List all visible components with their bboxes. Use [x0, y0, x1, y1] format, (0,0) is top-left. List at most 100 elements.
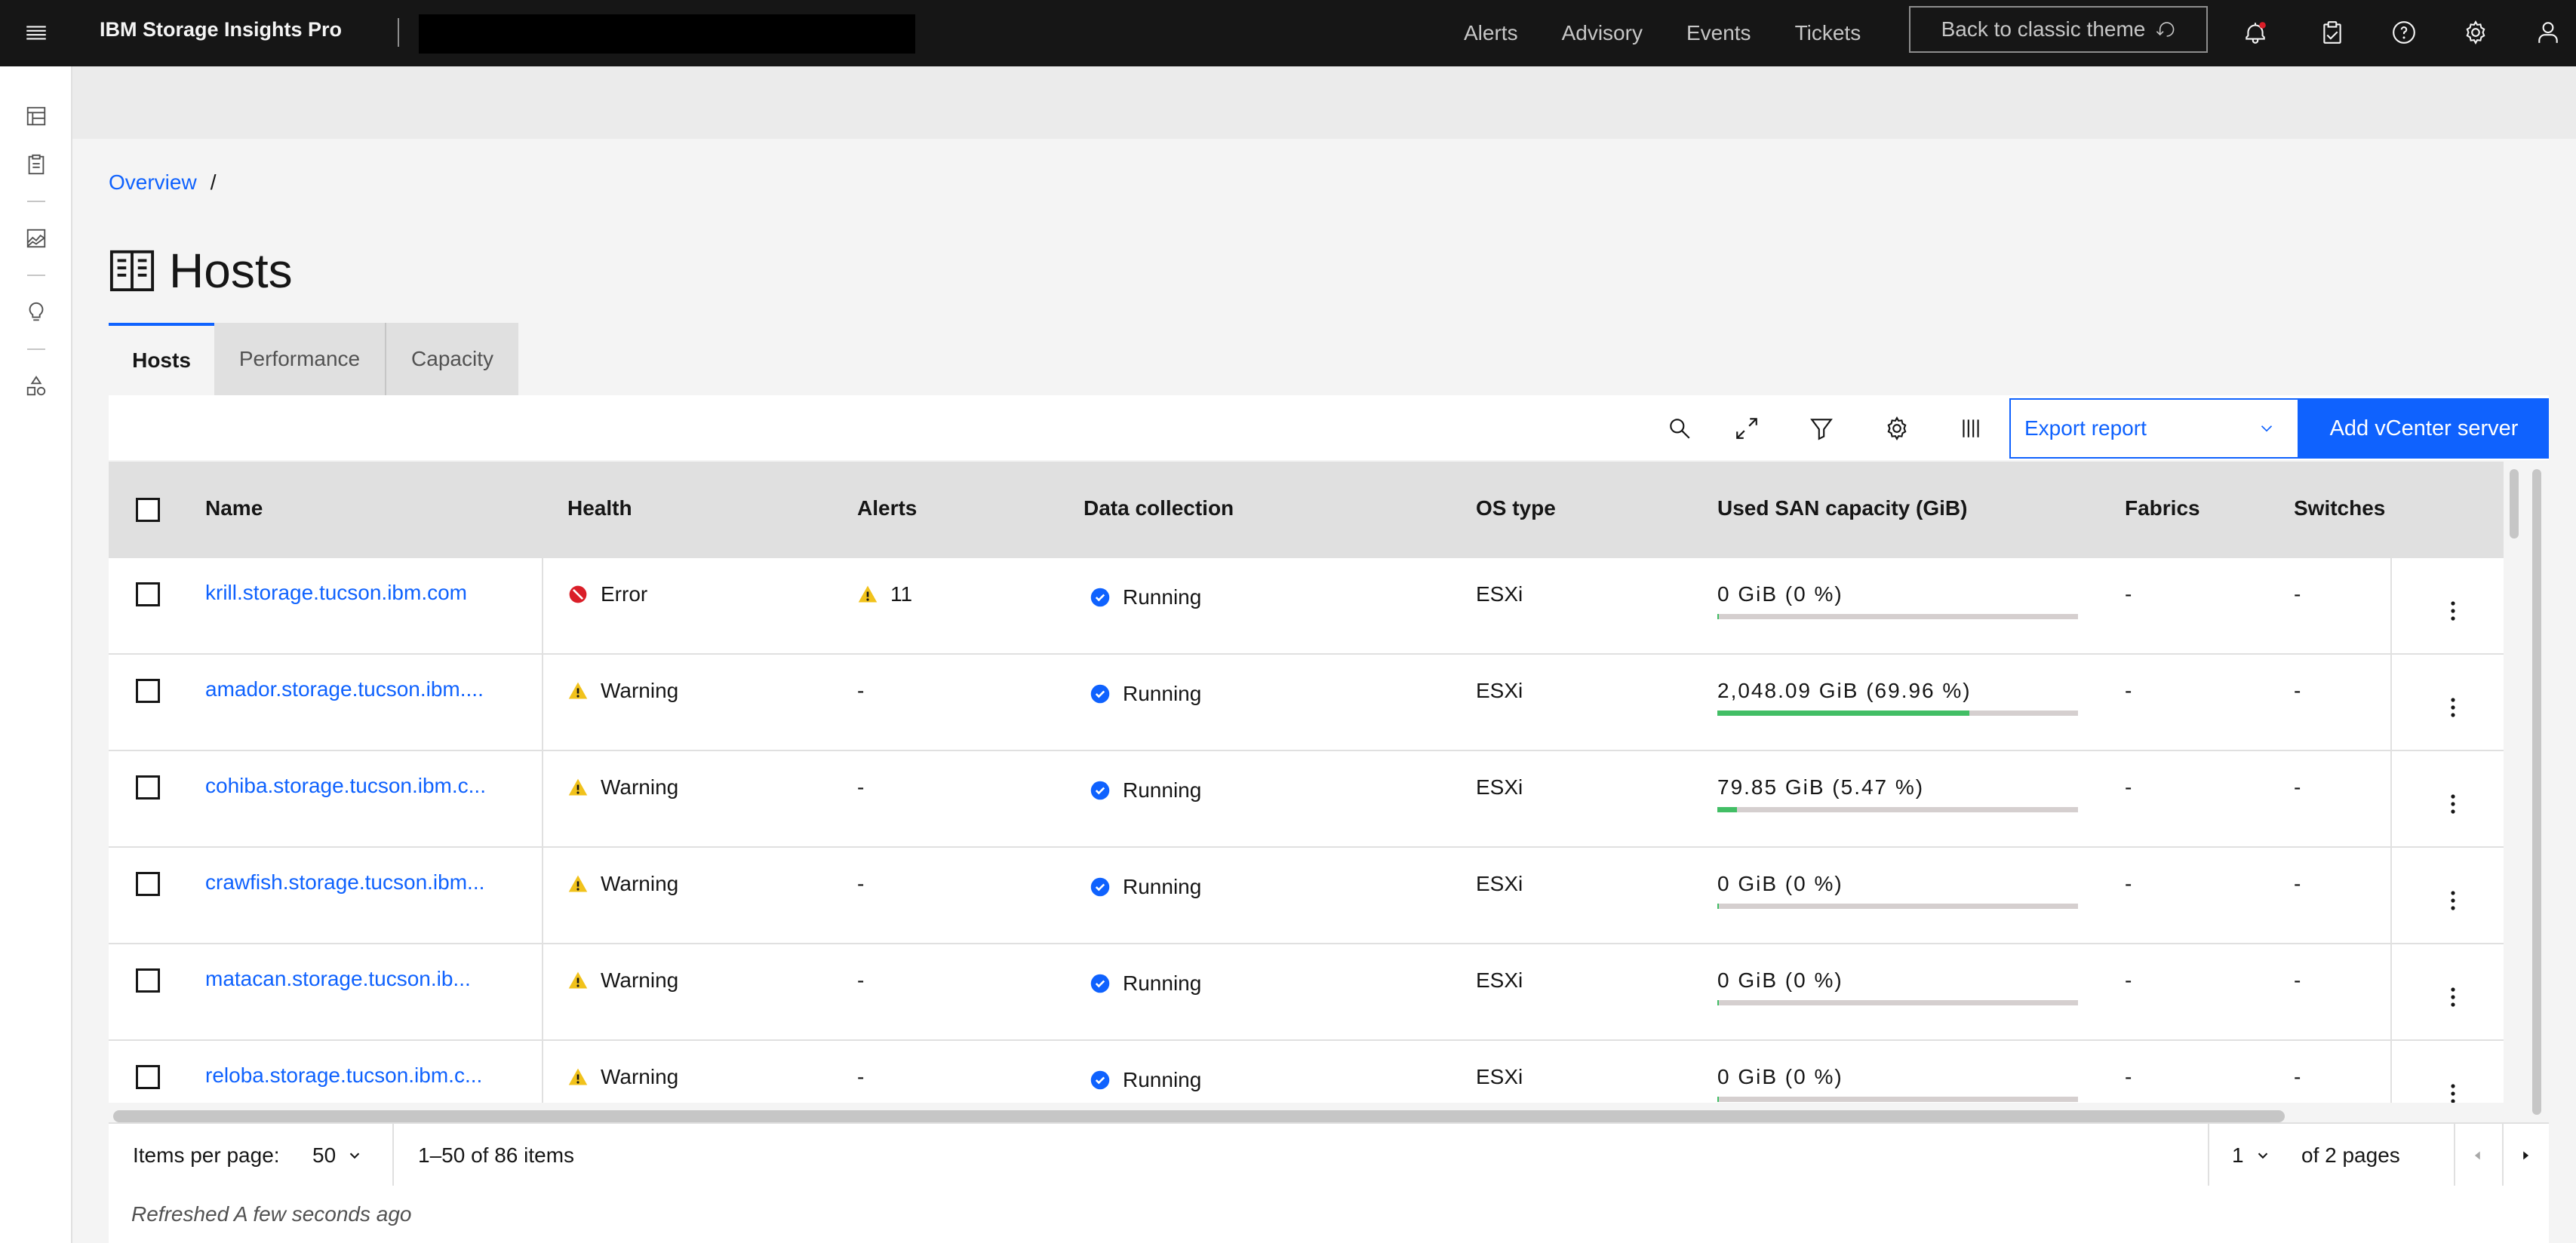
overflow-menu-icon[interactable] [2442, 789, 2464, 819]
items-per-page-label: Items per page: [133, 1143, 280, 1167]
nav-tickets[interactable]: Tickets [1795, 21, 1861, 45]
table-row[interactable]: amador.storage.tucson.ibm.... Warning - Run… [109, 655, 2504, 751]
alerts-cell: - [857, 1065, 864, 1089]
top-band [72, 66, 2576, 139]
running-check-icon [1090, 588, 1110, 607]
product-name[interactable]: IBM Storage Insights Pro [100, 18, 342, 41]
overflow-menu-icon[interactable] [2442, 1079, 2464, 1103]
column-header-used-san-capacity[interactable]: Used SAN capacity (GiB) [1717, 486, 1967, 531]
shapes-icon[interactable] [23, 373, 50, 400]
report-icon[interactable] [23, 151, 50, 178]
row-checkbox[interactable] [136, 775, 160, 800]
nav-events[interactable]: Events [1686, 21, 1751, 45]
table-horizontal-scrollbar[interactable] [113, 1110, 2285, 1122]
data-collection-cell: Running [1090, 1068, 1201, 1092]
back-to-classic-button[interactable]: Back to classic theme [1909, 6, 2208, 53]
overflow-menu-icon[interactable] [2442, 885, 2464, 916]
table-row[interactable]: crawfish.storage.tucson.ibm... Warning - Ru… [109, 848, 2504, 944]
host-name-link[interactable]: amador.storage.tucson.ibm.... [205, 677, 484, 701]
column-divider [2390, 655, 2392, 751]
row-checkbox[interactable] [136, 582, 160, 606]
overflow-menu-icon[interactable] [2442, 692, 2464, 723]
host-name-link[interactable]: matacan.storage.tucson.ib... [205, 967, 471, 991]
select-all-checkbox[interactable] [136, 498, 160, 522]
error-icon [569, 585, 587, 603]
breadcrumb: Overview / [109, 170, 216, 195]
chart-area-icon[interactable] [23, 225, 50, 252]
data-collection-status: Running [1123, 778, 1202, 802]
running-check-icon [1090, 1070, 1110, 1090]
clipboard-icon[interactable] [2315, 15, 2350, 50]
table-row[interactable]: matacan.storage.tucson.ib... Warning - Runn… [109, 944, 2504, 1041]
host-name-link[interactable]: reloba.storage.tucson.ibm.c... [205, 1063, 482, 1088]
next-page-icon[interactable] [2502, 1124, 2549, 1187]
column-header-data-collection[interactable]: Data collection [1084, 486, 1234, 531]
health-cell: Warning [567, 1065, 678, 1089]
row-checkbox[interactable] [136, 679, 160, 703]
table-row[interactable]: krill.storage.tucson.ibm.com Error 11 Runni… [109, 558, 2504, 655]
health-cell: Warning [567, 968, 678, 993]
nav-alerts[interactable]: Alerts [1464, 21, 1518, 45]
column-divider [542, 848, 543, 944]
column-header-alerts[interactable]: Alerts [857, 486, 917, 531]
expand-icon[interactable] [1732, 413, 1762, 443]
table-row[interactable]: cohiba.storage.tucson.ibm.c... Warning - Ru… [109, 751, 2504, 848]
overflow-menu-icon[interactable] [2442, 596, 2464, 626]
fabrics-value: - [2125, 582, 2132, 606]
switches-value: - [2294, 582, 2301, 606]
column-divider [2390, 1041, 2392, 1103]
overflow-menu-icon[interactable] [2442, 982, 2464, 1012]
table-settings-icon[interactable] [1882, 413, 1912, 443]
column-header-fabrics[interactable]: Fabrics [2125, 486, 2200, 531]
breadcrumb-overview-link[interactable]: Overview [109, 170, 197, 195]
health-cell: Warning [567, 679, 678, 703]
column-header-os-type[interactable]: OS type [1476, 486, 1556, 531]
tab-performance[interactable]: Performance [214, 323, 386, 395]
columns-icon[interactable] [1956, 413, 1986, 443]
tab-capacity[interactable]: Capacity [386, 323, 518, 395]
notification-icon[interactable] [2238, 15, 2273, 50]
host-name-link[interactable]: krill.storage.tucson.ibm.com [205, 581, 467, 605]
page-vertical-scrollbar[interactable] [2532, 469, 2541, 1115]
table-vertical-scrollbar[interactable] [2510, 469, 2519, 539]
row-checkbox[interactable] [136, 968, 160, 993]
items-per-page-value: 50 [312, 1143, 337, 1167]
switches-value: - [2294, 1065, 2301, 1088]
previous-page-icon[interactable] [2454, 1124, 2502, 1187]
chevron-down-icon [2261, 425, 2273, 432]
os-type: ESXi [1476, 582, 1523, 606]
page-select[interactable]: 1 [2232, 1124, 2271, 1187]
items-per-page-select[interactable]: 50 [312, 1124, 363, 1187]
alerts-count: - [857, 968, 865, 992]
host-name-link[interactable]: crawfish.storage.tucson.ibm... [205, 870, 484, 895]
table-row[interactable]: reloba.storage.tucson.ibm.c... Warning - Ru… [109, 1041, 2504, 1103]
chevron-down-icon [2258, 1152, 2267, 1159]
row-checkbox[interactable] [136, 1065, 160, 1089]
dashboard-icon[interactable] [23, 103, 50, 130]
tab-hosts[interactable]: Hosts [109, 323, 214, 395]
nav-advisory[interactable]: Advisory [1562, 21, 1643, 45]
data-collection-status: Running [1123, 875, 1202, 898]
user-icon[interactable] [2531, 15, 2565, 50]
used-san-capacity: 79.85 GiB (5.47 %) [1717, 775, 1925, 799]
column-header-name[interactable]: Name [205, 486, 263, 531]
health-cell: Error [567, 582, 647, 606]
host-name-link[interactable]: cohiba.storage.tucson.ibm.c... [205, 774, 486, 798]
switches-value: - [2294, 679, 2301, 702]
column-header-switches[interactable]: Switches [2294, 486, 2385, 531]
rail-separator [27, 275, 45, 276]
add-vcenter-button[interactable]: Add vCenter server [2299, 398, 2549, 459]
settings-icon[interactable] [2458, 15, 2493, 50]
alerts-count: - [857, 679, 865, 702]
hamburger-menu-icon[interactable] [0, 0, 72, 66]
hosts-table: Name Health Alerts Data collection OS ty… [109, 462, 2504, 1103]
row-checkbox[interactable] [136, 872, 160, 896]
top-header: IBM Storage Insights Pro Alerts Advisory… [0, 0, 2576, 66]
capacity-bar [1717, 614, 2078, 619]
export-report-select[interactable]: Export report [2009, 398, 2299, 459]
idea-icon[interactable] [23, 299, 50, 326]
help-icon[interactable] [2387, 15, 2421, 50]
column-header-health[interactable]: Health [567, 486, 632, 531]
filter-icon[interactable] [1806, 413, 1837, 443]
search-icon[interactable] [1665, 413, 1695, 443]
